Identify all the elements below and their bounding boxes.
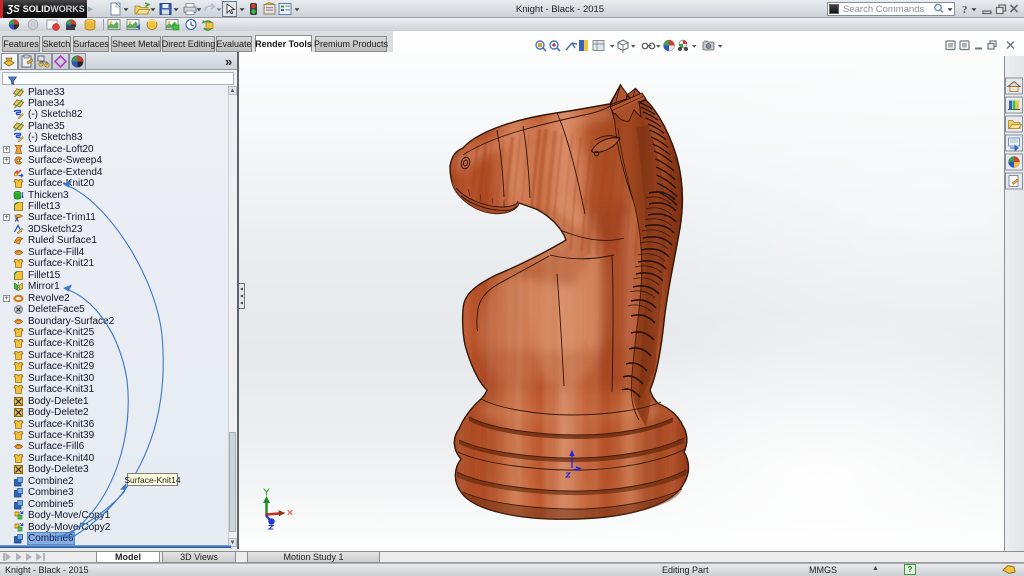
svg-text:?: ?	[962, 4, 968, 16]
